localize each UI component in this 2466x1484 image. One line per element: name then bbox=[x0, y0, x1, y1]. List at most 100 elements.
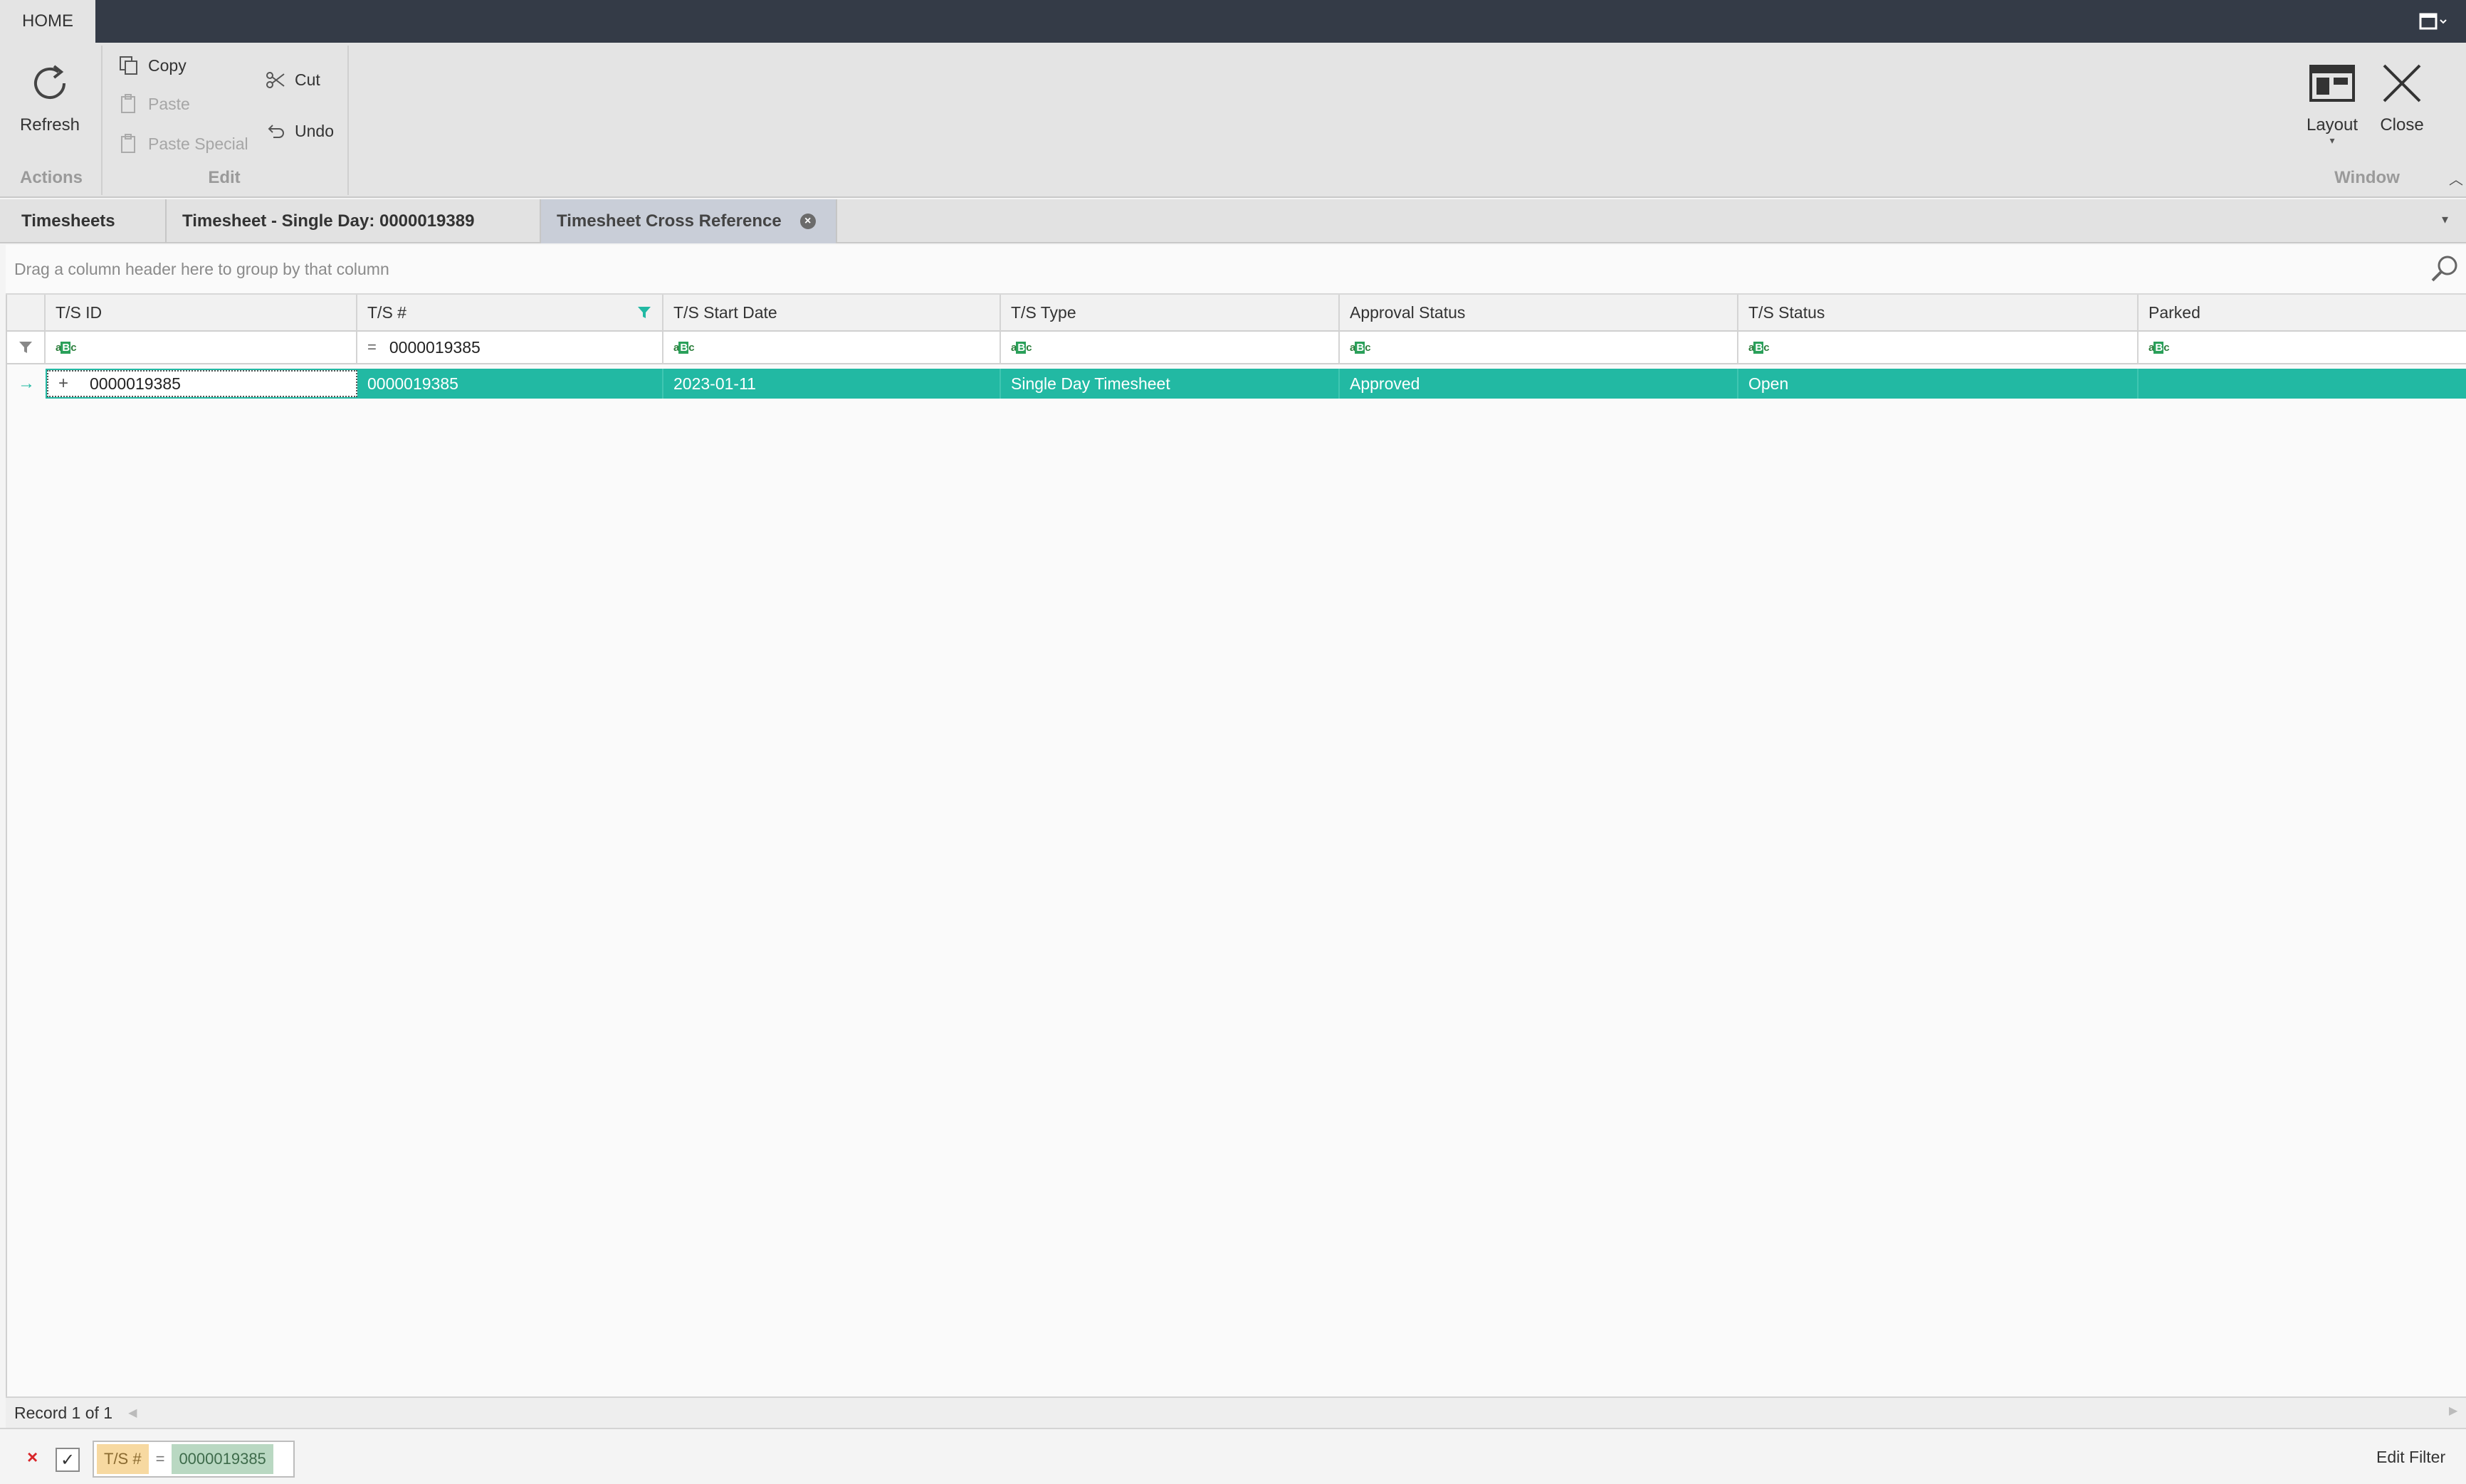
scissors-icon bbox=[263, 68, 288, 92]
scroll-right-icon[interactable]: ▶ bbox=[2449, 1404, 2457, 1418]
filter-cell-ts-type[interactable]: aBc bbox=[1001, 332, 1340, 364]
document-tab-strip: Timesheets Timesheet - Single Day: 00000… bbox=[0, 199, 2466, 243]
refresh-label: Refresh bbox=[19, 115, 80, 135]
text-filter-icon: aBc bbox=[2148, 341, 2170, 354]
tab-timesheets[interactable]: Timesheets bbox=[6, 199, 167, 243]
paste-special-button[interactable]: Paste Special bbox=[117, 130, 248, 158]
refresh-icon bbox=[10, 51, 90, 115]
row-indicator-arrow-icon: → bbox=[18, 374, 35, 393]
cell-value: 0000019385 bbox=[367, 374, 458, 393]
header-corner bbox=[7, 295, 46, 332]
tab-close-icon[interactable]: × bbox=[799, 214, 816, 229]
column-filter-active-icon[interactable] bbox=[636, 305, 652, 325]
window-group-label: Window bbox=[2334, 168, 2400, 187]
cell-value: Open bbox=[1748, 374, 1789, 393]
expand-plus-icon[interactable]: + bbox=[58, 374, 68, 394]
search-icon[interactable] bbox=[2429, 253, 2460, 288]
cell-ts-num[interactable]: 0000019385 bbox=[357, 369, 663, 399]
edit-group-label: Edit bbox=[208, 168, 241, 187]
column-header-ts-num[interactable]: T/S # bbox=[357, 295, 663, 332]
text-filter-icon: aBc bbox=[1011, 341, 1032, 354]
copy-label: Copy bbox=[148, 56, 187, 75]
ribbon-separator bbox=[101, 46, 103, 195]
cell-ts-id[interactable]: + 0000019385 bbox=[47, 370, 357, 397]
ribbon: Refresh Actions Copy Paste Paste Special… bbox=[0, 43, 2466, 198]
group-by-panel[interactable]: Drag a column header here to group by th… bbox=[6, 245, 2466, 295]
record-count: Record 1 of 1 bbox=[14, 1403, 113, 1422]
window-restore-icon[interactable] bbox=[2419, 10, 2447, 33]
filter-value: 0000019385 bbox=[172, 1444, 273, 1474]
tab-timesheet-single-day[interactable]: Timesheet - Single Day: 0000019389 bbox=[167, 199, 541, 243]
cell-value: Approved bbox=[1350, 374, 1420, 393]
column-header-label: T/S ID bbox=[56, 302, 103, 322]
close-button[interactable]: Close bbox=[2371, 51, 2433, 158]
scroll-left-icon[interactable]: ◀ bbox=[128, 1406, 137, 1420]
filter-row-icon bbox=[7, 332, 46, 364]
equals-operator-icon: = bbox=[367, 338, 377, 356]
filter-cell-value: 0000019385 bbox=[389, 337, 481, 357]
layout-label: Layout bbox=[2306, 115, 2359, 135]
column-header-label: Parked bbox=[2148, 302, 2200, 322]
column-header-label: T/S Type bbox=[1011, 302, 1076, 322]
text-filter-icon: aBc bbox=[56, 341, 77, 354]
column-header-ts-start-date[interactable]: T/S Start Date bbox=[663, 295, 1001, 332]
cell-ts-start-date[interactable]: 2023-01-11 bbox=[663, 369, 1001, 399]
layout-icon bbox=[2297, 51, 2368, 115]
layout-button[interactable]: Layout ▾ bbox=[2297, 51, 2368, 165]
filter-field-name: T/S # bbox=[97, 1444, 149, 1474]
column-header-label: Approval Status bbox=[1350, 302, 1466, 322]
filter-cell-ts-num[interactable]: = 0000019385 bbox=[357, 332, 663, 364]
cut-button[interactable]: Cut bbox=[263, 65, 320, 94]
status-bar: Record 1 of 1 ◀ bbox=[6, 1396, 2466, 1428]
cut-label: Cut bbox=[295, 70, 320, 89]
column-header-label: T/S Start Date bbox=[673, 302, 777, 322]
paste-special-label: Paste Special bbox=[148, 134, 248, 153]
column-header-parked[interactable]: Parked bbox=[2139, 295, 2466, 332]
column-header-ts-type[interactable]: T/S Type bbox=[1001, 295, 1340, 332]
filter-cell-ts-start-date[interactable]: aBc bbox=[663, 332, 1001, 364]
refresh-button[interactable]: Refresh bbox=[10, 51, 90, 158]
paste-button[interactable]: Paste bbox=[117, 90, 190, 118]
filter-cell-ts-status[interactable]: aBc bbox=[1738, 332, 2139, 364]
tab-timesheet-cross-reference[interactable]: Timesheet Cross Reference × bbox=[541, 199, 837, 243]
cell-ts-type[interactable]: Single Day Timesheet bbox=[1001, 369, 1340, 399]
cell-ts-status[interactable]: Open bbox=[1738, 369, 2139, 399]
cell-value: 2023-01-11 bbox=[673, 374, 756, 393]
paste-icon bbox=[117, 92, 141, 116]
undo-label: Undo bbox=[295, 121, 334, 140]
edit-filter-link[interactable]: Edit Filter bbox=[2376, 1448, 2445, 1467]
copy-button[interactable]: Copy bbox=[117, 51, 187, 80]
column-header-label: T/S # bbox=[367, 302, 406, 322]
column-header-ts-id[interactable]: T/S ID bbox=[46, 295, 357, 332]
undo-button[interactable]: Undo bbox=[263, 117, 334, 145]
tab-home[interactable]: HOME bbox=[0, 0, 95, 43]
filter-cell-ts-id[interactable]: aBc bbox=[46, 332, 357, 364]
cell-value: 0000019385 bbox=[90, 374, 181, 393]
actions-group-label: Actions bbox=[19, 168, 83, 187]
filter-cell-approval-status[interactable]: aBc bbox=[1340, 332, 1738, 364]
clear-filter-icon[interactable]: × bbox=[27, 1448, 38, 1466]
chevron-down-icon: ▾ bbox=[2329, 135, 2335, 146]
cell-approval-status[interactable]: Approved bbox=[1340, 369, 1738, 399]
paste-special-icon bbox=[117, 132, 141, 156]
ribbon-separator bbox=[347, 46, 349, 195]
filter-cell-parked[interactable]: aBc bbox=[2139, 332, 2466, 364]
column-header-label: T/S Status bbox=[1748, 302, 1825, 322]
filter-operator: = bbox=[155, 1450, 165, 1468]
enable-filter-checkbox[interactable]: ✓ bbox=[56, 1448, 80, 1472]
cell-value: Single Day Timesheet bbox=[1011, 374, 1170, 393]
paste-label: Paste bbox=[148, 94, 190, 113]
tab-list-dropdown-icon[interactable]: ▾ bbox=[2442, 212, 2448, 227]
text-filter-icon: aBc bbox=[1350, 341, 1371, 354]
close-icon bbox=[2371, 51, 2433, 115]
filter-expression[interactable]: T/S # = 0000019385 bbox=[93, 1441, 295, 1478]
group-panel-hint: Drag a column header here to group by th… bbox=[14, 259, 389, 278]
column-header-ts-status[interactable]: T/S Status bbox=[1738, 295, 2139, 332]
title-bar bbox=[0, 0, 2466, 43]
tab-label: Timesheets bbox=[21, 211, 115, 231]
text-filter-icon: aBc bbox=[673, 341, 695, 354]
ribbon-collapse-icon[interactable]: ︿ bbox=[2449, 168, 2463, 189]
column-header-approval-status[interactable]: Approval Status bbox=[1340, 295, 1738, 332]
tab-label: Timesheet - Single Day: 0000019389 bbox=[182, 211, 475, 231]
cell-parked[interactable] bbox=[2139, 369, 2466, 399]
